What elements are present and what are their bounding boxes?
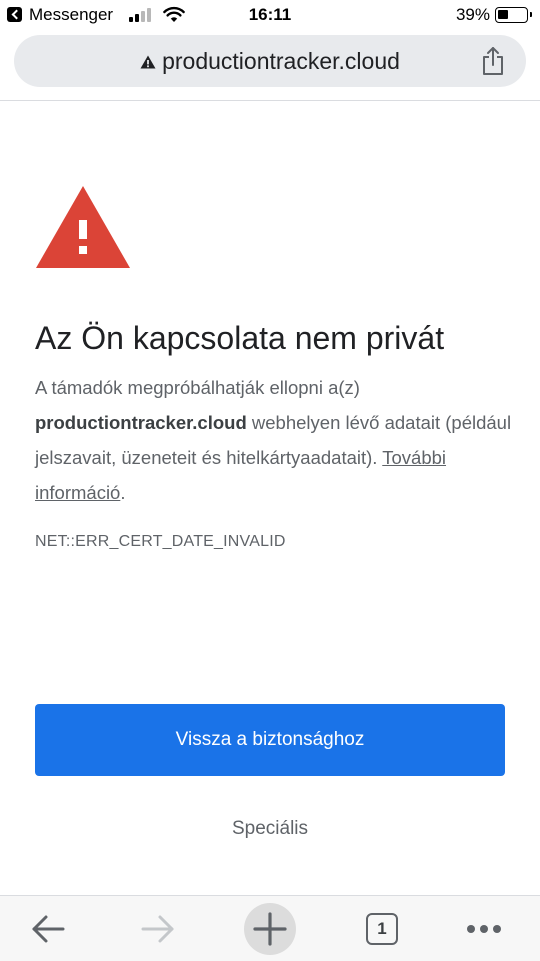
back-arrow-icon [32, 915, 65, 943]
share-icon[interactable] [480, 46, 506, 76]
warning-triangle-icon [36, 186, 130, 268]
battery-percent: 39% [455, 5, 490, 24]
battery-icon [495, 7, 532, 23]
address-bar[interactable]: productiontracker.cloud [14, 35, 526, 87]
forward-button[interactable] [128, 896, 188, 961]
bottom-toolbar: 1 [0, 895, 540, 961]
learn-more-period: . [120, 482, 126, 503]
url-text[interactable]: productiontracker.cloud [162, 48, 400, 75]
back-to-safety-button[interactable]: Vissza a biztonsághoz [35, 704, 505, 776]
divider [0, 100, 540, 101]
advanced-button[interactable]: Speciális [0, 818, 540, 840]
new-tab-button[interactable] [240, 896, 300, 961]
battery-fill [498, 10, 508, 19]
message-domain: productiontracker.cloud [35, 412, 247, 433]
back-button[interactable] [18, 896, 78, 961]
forward-arrow-icon [141, 915, 174, 943]
tab-count: 1 [366, 913, 398, 945]
message-text: A támadók megpróbálhatják ellopni a(z) [35, 377, 360, 398]
status-bar: Messenger 16:11 39% [0, 0, 540, 30]
page-title: Az Ön kapcsolata nem privát [35, 320, 445, 356]
plus-icon [253, 912, 287, 946]
tab-switcher-button[interactable]: 1 [352, 896, 412, 961]
error-code: NET::ERR_CERT_DATE_INVALID [35, 533, 286, 550]
warning-message: A támadók megpróbálhatják ellopni a(z) p… [35, 370, 515, 510]
more-dots-icon[interactable] [454, 896, 514, 961]
warning-triangle-icon [140, 55, 156, 69]
